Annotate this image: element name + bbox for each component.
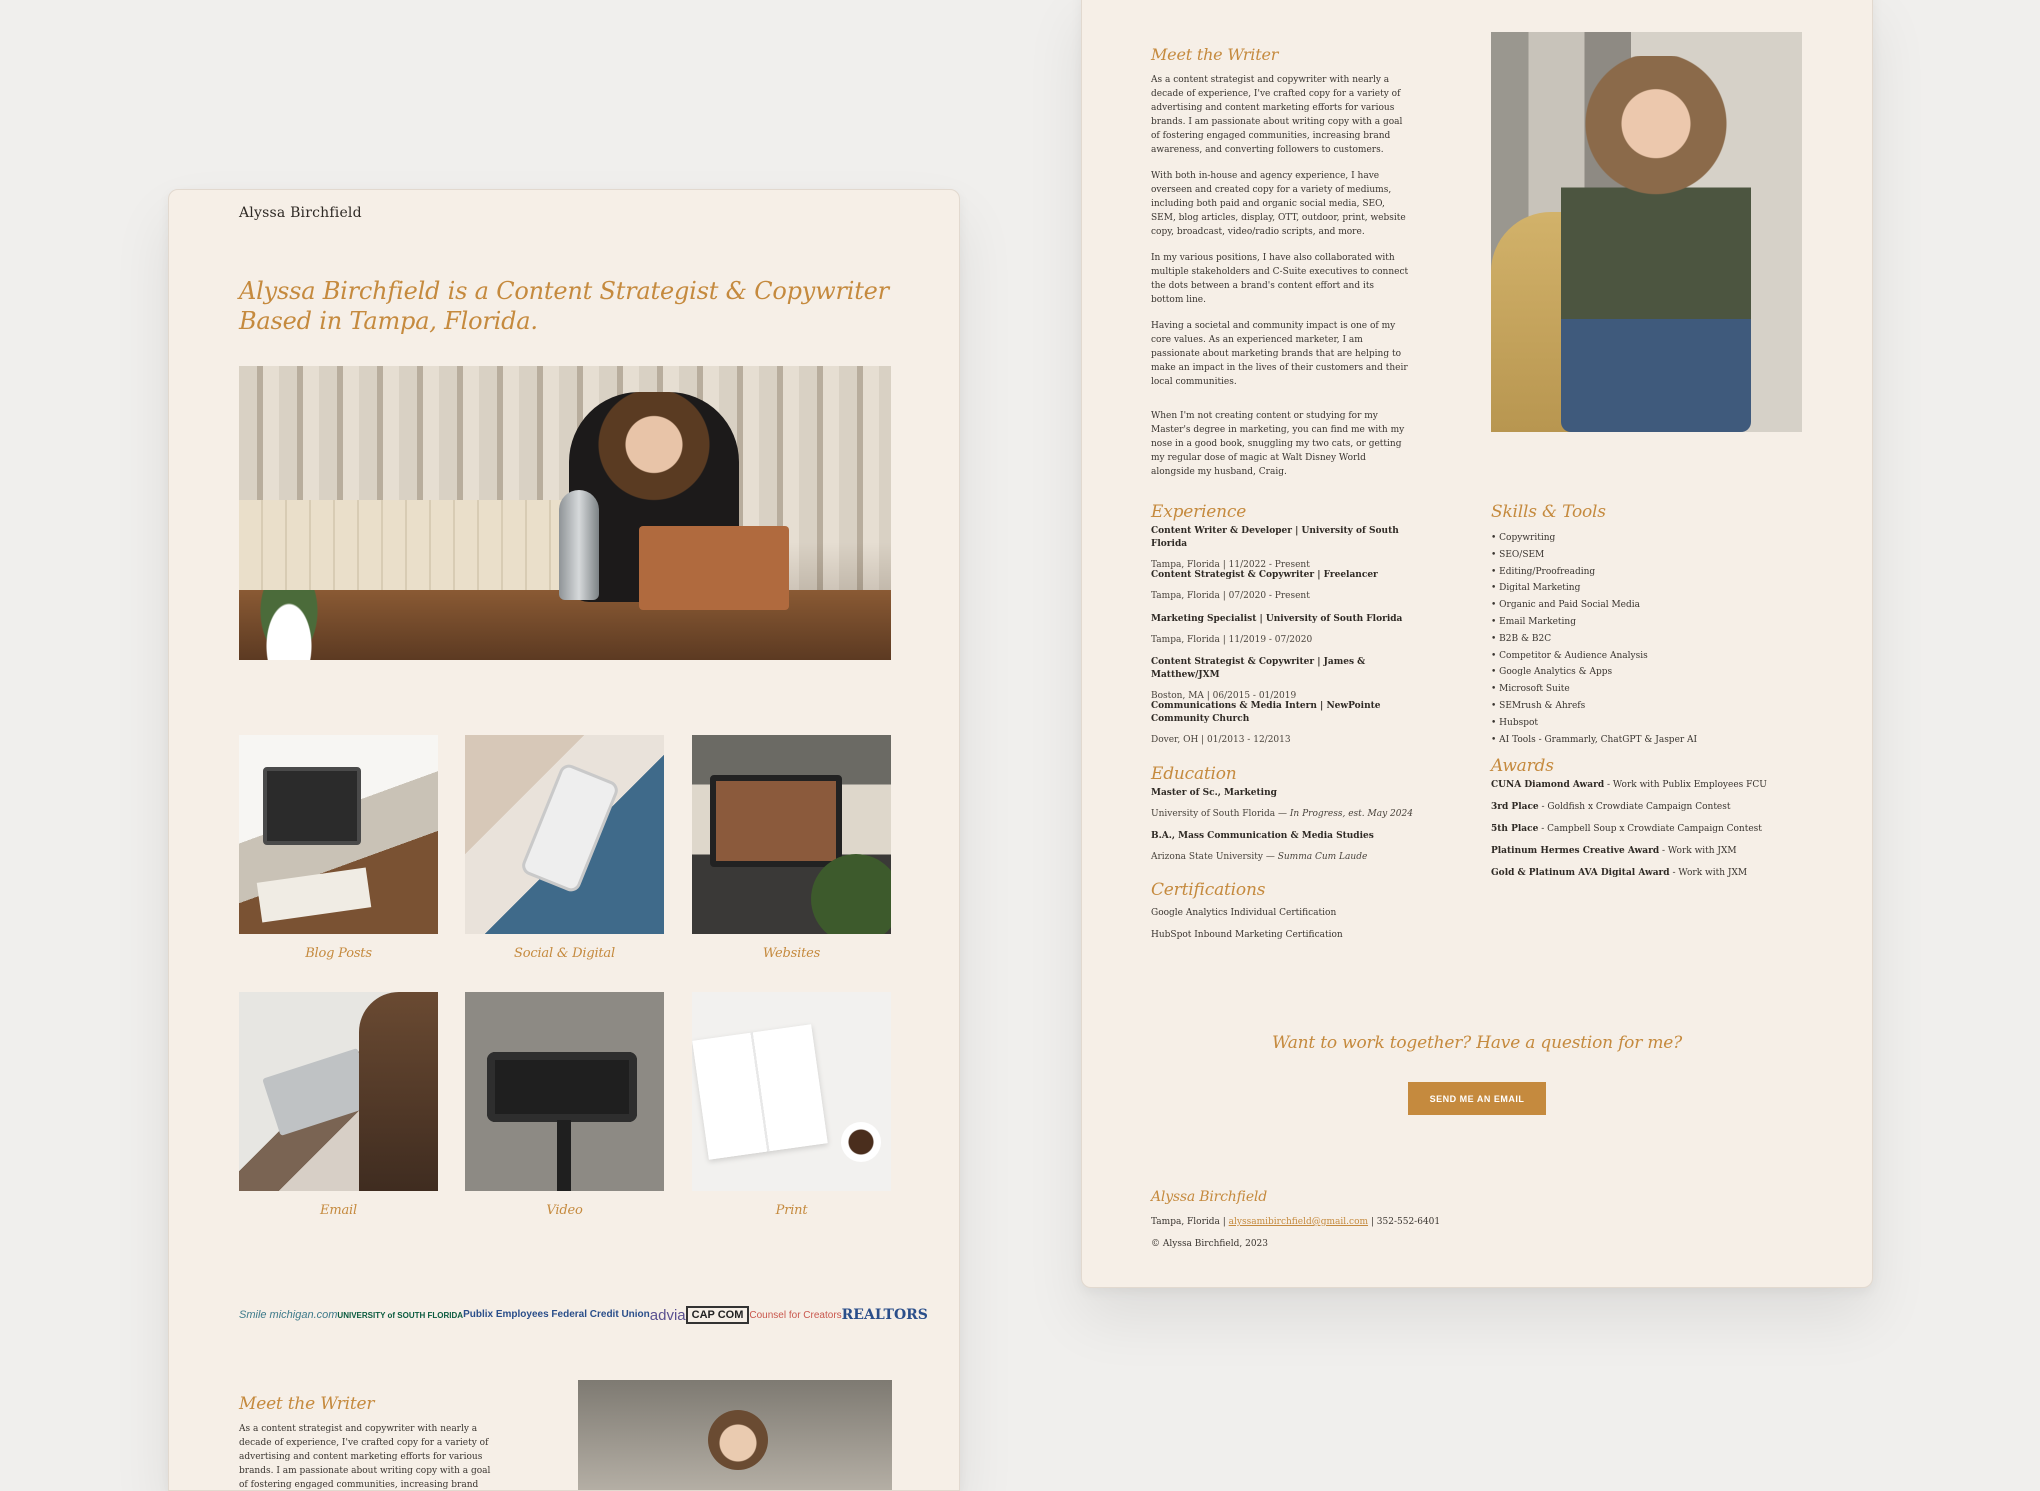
- education-item: B.A., Mass Communication & Media Studies…: [1151, 830, 1436, 864]
- experience-item: Content Strategist & Copywriter | James …: [1151, 656, 1436, 703]
- bio-paragraph: When I'm not creating content or studyin…: [1151, 411, 1405, 477]
- portfolio-tile-email[interactable]: Email: [239, 992, 438, 1218]
- footer-email-link[interactable]: alyssamibirchfield@gmail.com: [1229, 1217, 1368, 1227]
- portfolio-label[interactable]: Video: [465, 1203, 664, 1218]
- advia-logo: advia: [649, 1306, 686, 1324]
- cta-question: Want to work together? Have a question f…: [1271, 1033, 1683, 1053]
- experience-role: Content Strategist & Copywriter | James …: [1151, 657, 1366, 680]
- certification-item: Google Analytics Individual Certificatio…: [1151, 908, 1337, 918]
- client-logos: Smile michigan.com UNIVERSITY of SOUTH F…: [239, 1300, 928, 1330]
- realtors-logo: REALTORS: [841, 1307, 928, 1323]
- footer-contact: Tampa, Florida | alyssamibirchfield@gmai…: [1151, 1217, 1441, 1227]
- video-image[interactable]: [465, 992, 664, 1191]
- hero-title: Alyssa Birchfield is a Content Strategis…: [239, 277, 889, 335]
- bio-paragraph: In my various positions, I have also col…: [1151, 253, 1409, 305]
- skill-item: Google Analytics & Apps: [1491, 664, 1801, 681]
- smile-michigan-logo: Smile michigan.com: [239, 1309, 338, 1321]
- print-image[interactable]: [692, 992, 891, 1191]
- award-item: Platinum Hermes Creative Award - Work wi…: [1491, 846, 1737, 856]
- skills-list: Copywriting SEO/SEM Editing/Proofreading…: [1491, 530, 1801, 748]
- writer-portrait: [1491, 32, 1802, 432]
- experience-meta: Tampa, Florida | 07/2020 - Present: [1151, 591, 1310, 601]
- skill-item: SEO/SEM: [1491, 547, 1801, 564]
- experience-title: Experience: [1151, 502, 1247, 522]
- experience-role: Marketing Specialist | University of Sou…: [1151, 614, 1403, 624]
- experience-role: Content Strategist & Copywriter | Freela…: [1151, 570, 1378, 580]
- skill-item: AI Tools - Grammarly, ChatGPT & Jasper A…: [1491, 732, 1801, 749]
- portfolio-label[interactable]: Social & Digital: [465, 946, 664, 961]
- footer-copyright: © Alyssa Birchfield, 2023: [1151, 1239, 1269, 1249]
- portfolio-label[interactable]: Print: [692, 1203, 891, 1218]
- skill-item: Organic and Paid Social Media: [1491, 597, 1801, 614]
- usf-logo: UNIVERSITY of SOUTH FLORIDA: [337, 1310, 464, 1320]
- meet-writer-title: Meet the Writer: [239, 1394, 375, 1414]
- experience-meta: Dover, OH | 01/2013 - 12/2013: [1151, 735, 1291, 745]
- portfolio-label[interactable]: Blog Posts: [239, 946, 438, 961]
- blog-posts-image[interactable]: [239, 735, 438, 934]
- portfolio-label[interactable]: Websites: [692, 946, 891, 961]
- skill-item: Microsoft Suite: [1491, 681, 1801, 698]
- site-logo-text[interactable]: Alyssa Birchfield: [239, 205, 362, 221]
- portfolio-tile-social-digital[interactable]: Social & Digital: [465, 735, 664, 961]
- award-item: Gold & Platinum AVA Digital Award - Work…: [1491, 868, 1748, 878]
- portfolio-tile-websites[interactable]: Websites: [692, 735, 891, 961]
- award-item: CUNA Diamond Award - Work with Publix Em…: [1491, 780, 1767, 790]
- education-school: Arizona State University — Summa Cum Lau…: [1151, 852, 1368, 862]
- footer-name: Alyssa Birchfield: [1151, 1189, 1267, 1205]
- counsel-for-creators-logo: Counsel for Creators: [749, 1309, 842, 1321]
- websites-image[interactable]: [692, 735, 891, 934]
- experience-item: Marketing Specialist | University of Sou…: [1151, 613, 1436, 647]
- homepage-panel: Alyssa Birchfield Alyssa Birchfield is a…: [168, 189, 960, 1491]
- portfolio-tile-blog-posts[interactable]: Blog Posts: [239, 735, 438, 961]
- email-image[interactable]: [239, 992, 438, 1191]
- certification-item: HubSpot Inbound Marketing Certification: [1151, 930, 1343, 940]
- education-school: University of South Florida — In Progres…: [1151, 809, 1413, 819]
- bio-paragraph: As a content strategist and copywriter w…: [1151, 75, 1403, 155]
- awards-title: Awards: [1491, 756, 1554, 776]
- award-item: 5th Place - Campbell Soup x Crowdiate Ca…: [1491, 824, 1762, 834]
- portfolio-tile-video[interactable]: Video: [465, 992, 664, 1218]
- skill-item: Competitor & Audience Analysis: [1491, 648, 1801, 665]
- meet-writer-bio: As a content strategist and copywriter w…: [1151, 73, 1409, 491]
- education-degree: Master of Sc., Marketing: [1151, 788, 1277, 798]
- skill-item: B2B & B2C: [1491, 631, 1801, 648]
- experience-meta: Tampa, Florida | 11/2019 - 07/2020: [1151, 635, 1313, 645]
- skill-item: SEMrush & Ahrefs: [1491, 698, 1801, 715]
- about-panel: Meet the Writer As a content strategist …: [1081, 0, 1873, 1288]
- skill-item: Editing/Proofreading: [1491, 564, 1801, 581]
- writer-portrait: [578, 1380, 892, 1490]
- education-title: Education: [1151, 764, 1237, 784]
- meet-writer-intro: As a content strategist and copywriter w…: [239, 1424, 491, 1490]
- bio-paragraph: Having a societal and community impact i…: [1151, 321, 1408, 387]
- education-item: Master of Sc., Marketing University of S…: [1151, 787, 1436, 821]
- publix-fcu-logo: Publix Employees Federal Credit Union: [463, 1309, 650, 1320]
- experience-role: Communications & Media Intern | NewPoint…: [1151, 701, 1381, 724]
- portfolio-tile-print[interactable]: Print: [692, 992, 891, 1218]
- skill-item: Email Marketing: [1491, 614, 1801, 631]
- experience-item: Content Strategist & Copywriter | Freela…: [1151, 569, 1436, 603]
- bio-paragraph: With both in-house and agency experience…: [1151, 171, 1406, 237]
- education-degree: B.A., Mass Communication & Media Studies: [1151, 831, 1374, 841]
- experience-item: Content Writer & Developer | University …: [1151, 525, 1436, 572]
- skills-title: Skills & Tools: [1491, 502, 1606, 522]
- experience-role: Content Writer & Developer | University …: [1151, 526, 1399, 549]
- capcom-logo: CAP COM: [685, 1306, 750, 1324]
- send-email-button[interactable]: SEND ME AN EMAIL: [1408, 1082, 1546, 1115]
- award-item: 3rd Place - Goldfish x Crowdiate Campaig…: [1491, 802, 1731, 812]
- portfolio-label[interactable]: Email: [239, 1203, 438, 1218]
- skill-item: Digital Marketing: [1491, 580, 1801, 597]
- skill-item: Copywriting: [1491, 530, 1801, 547]
- social-digital-image[interactable]: [465, 735, 664, 934]
- skill-item: Hubspot: [1491, 715, 1801, 732]
- meet-writer-title: Meet the Writer: [1151, 45, 1279, 64]
- certifications-title: Certifications: [1151, 880, 1266, 900]
- hero-photo: [239, 366, 891, 660]
- experience-item: Communications & Media Intern | NewPoint…: [1151, 700, 1436, 747]
